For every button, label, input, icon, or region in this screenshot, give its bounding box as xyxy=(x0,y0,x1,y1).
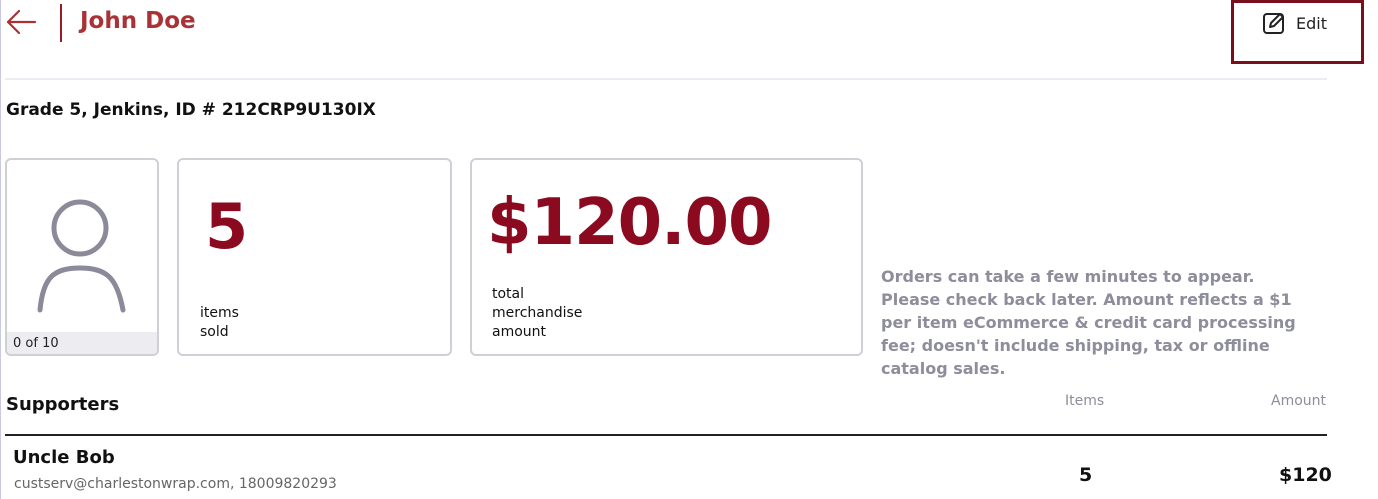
student-info: Grade 5, Jenkins, ID # 212CRP9U130IX xyxy=(6,100,376,120)
supporter-amount: $120 xyxy=(1279,464,1332,486)
avatar-card: 0 of 10 xyxy=(5,158,159,356)
items-sold-label: items sold xyxy=(200,305,239,340)
processing-notice: Orders can take a few minutes to appear.… xyxy=(881,267,1296,378)
supporter-items: 5 xyxy=(1079,464,1093,486)
items-sold-card: 5 items sold xyxy=(177,158,452,356)
supporters-heading: Supporters xyxy=(6,394,120,415)
progress-text: 0 of 10 xyxy=(13,336,59,351)
supporter-name: Uncle Bob xyxy=(13,447,115,468)
items-sold-value: 5 xyxy=(205,190,249,263)
title-divider xyxy=(60,4,62,42)
column-header-items: Items xyxy=(1065,393,1105,409)
arrow-left-icon xyxy=(6,9,37,35)
supporter-contact: custserv@charlestonwrap.com, 18009820293 xyxy=(14,476,337,492)
total-amount-value: $120.00 xyxy=(487,186,772,260)
column-header-amount: Amount xyxy=(1271,393,1327,409)
edit-icon xyxy=(1263,13,1284,34)
page-title: John Doe xyxy=(80,8,196,34)
edit-button[interactable]: Edit xyxy=(1231,0,1364,64)
supporters-divider xyxy=(5,434,1327,436)
header-divider xyxy=(5,78,1327,80)
user-icon xyxy=(37,199,126,313)
total-amount-label: total merchandise amount xyxy=(492,286,583,340)
edit-button-label: Edit xyxy=(1296,14,1327,33)
total-amount-card: $120.00 total merchandise amount xyxy=(470,158,863,356)
back-button[interactable] xyxy=(5,8,37,36)
